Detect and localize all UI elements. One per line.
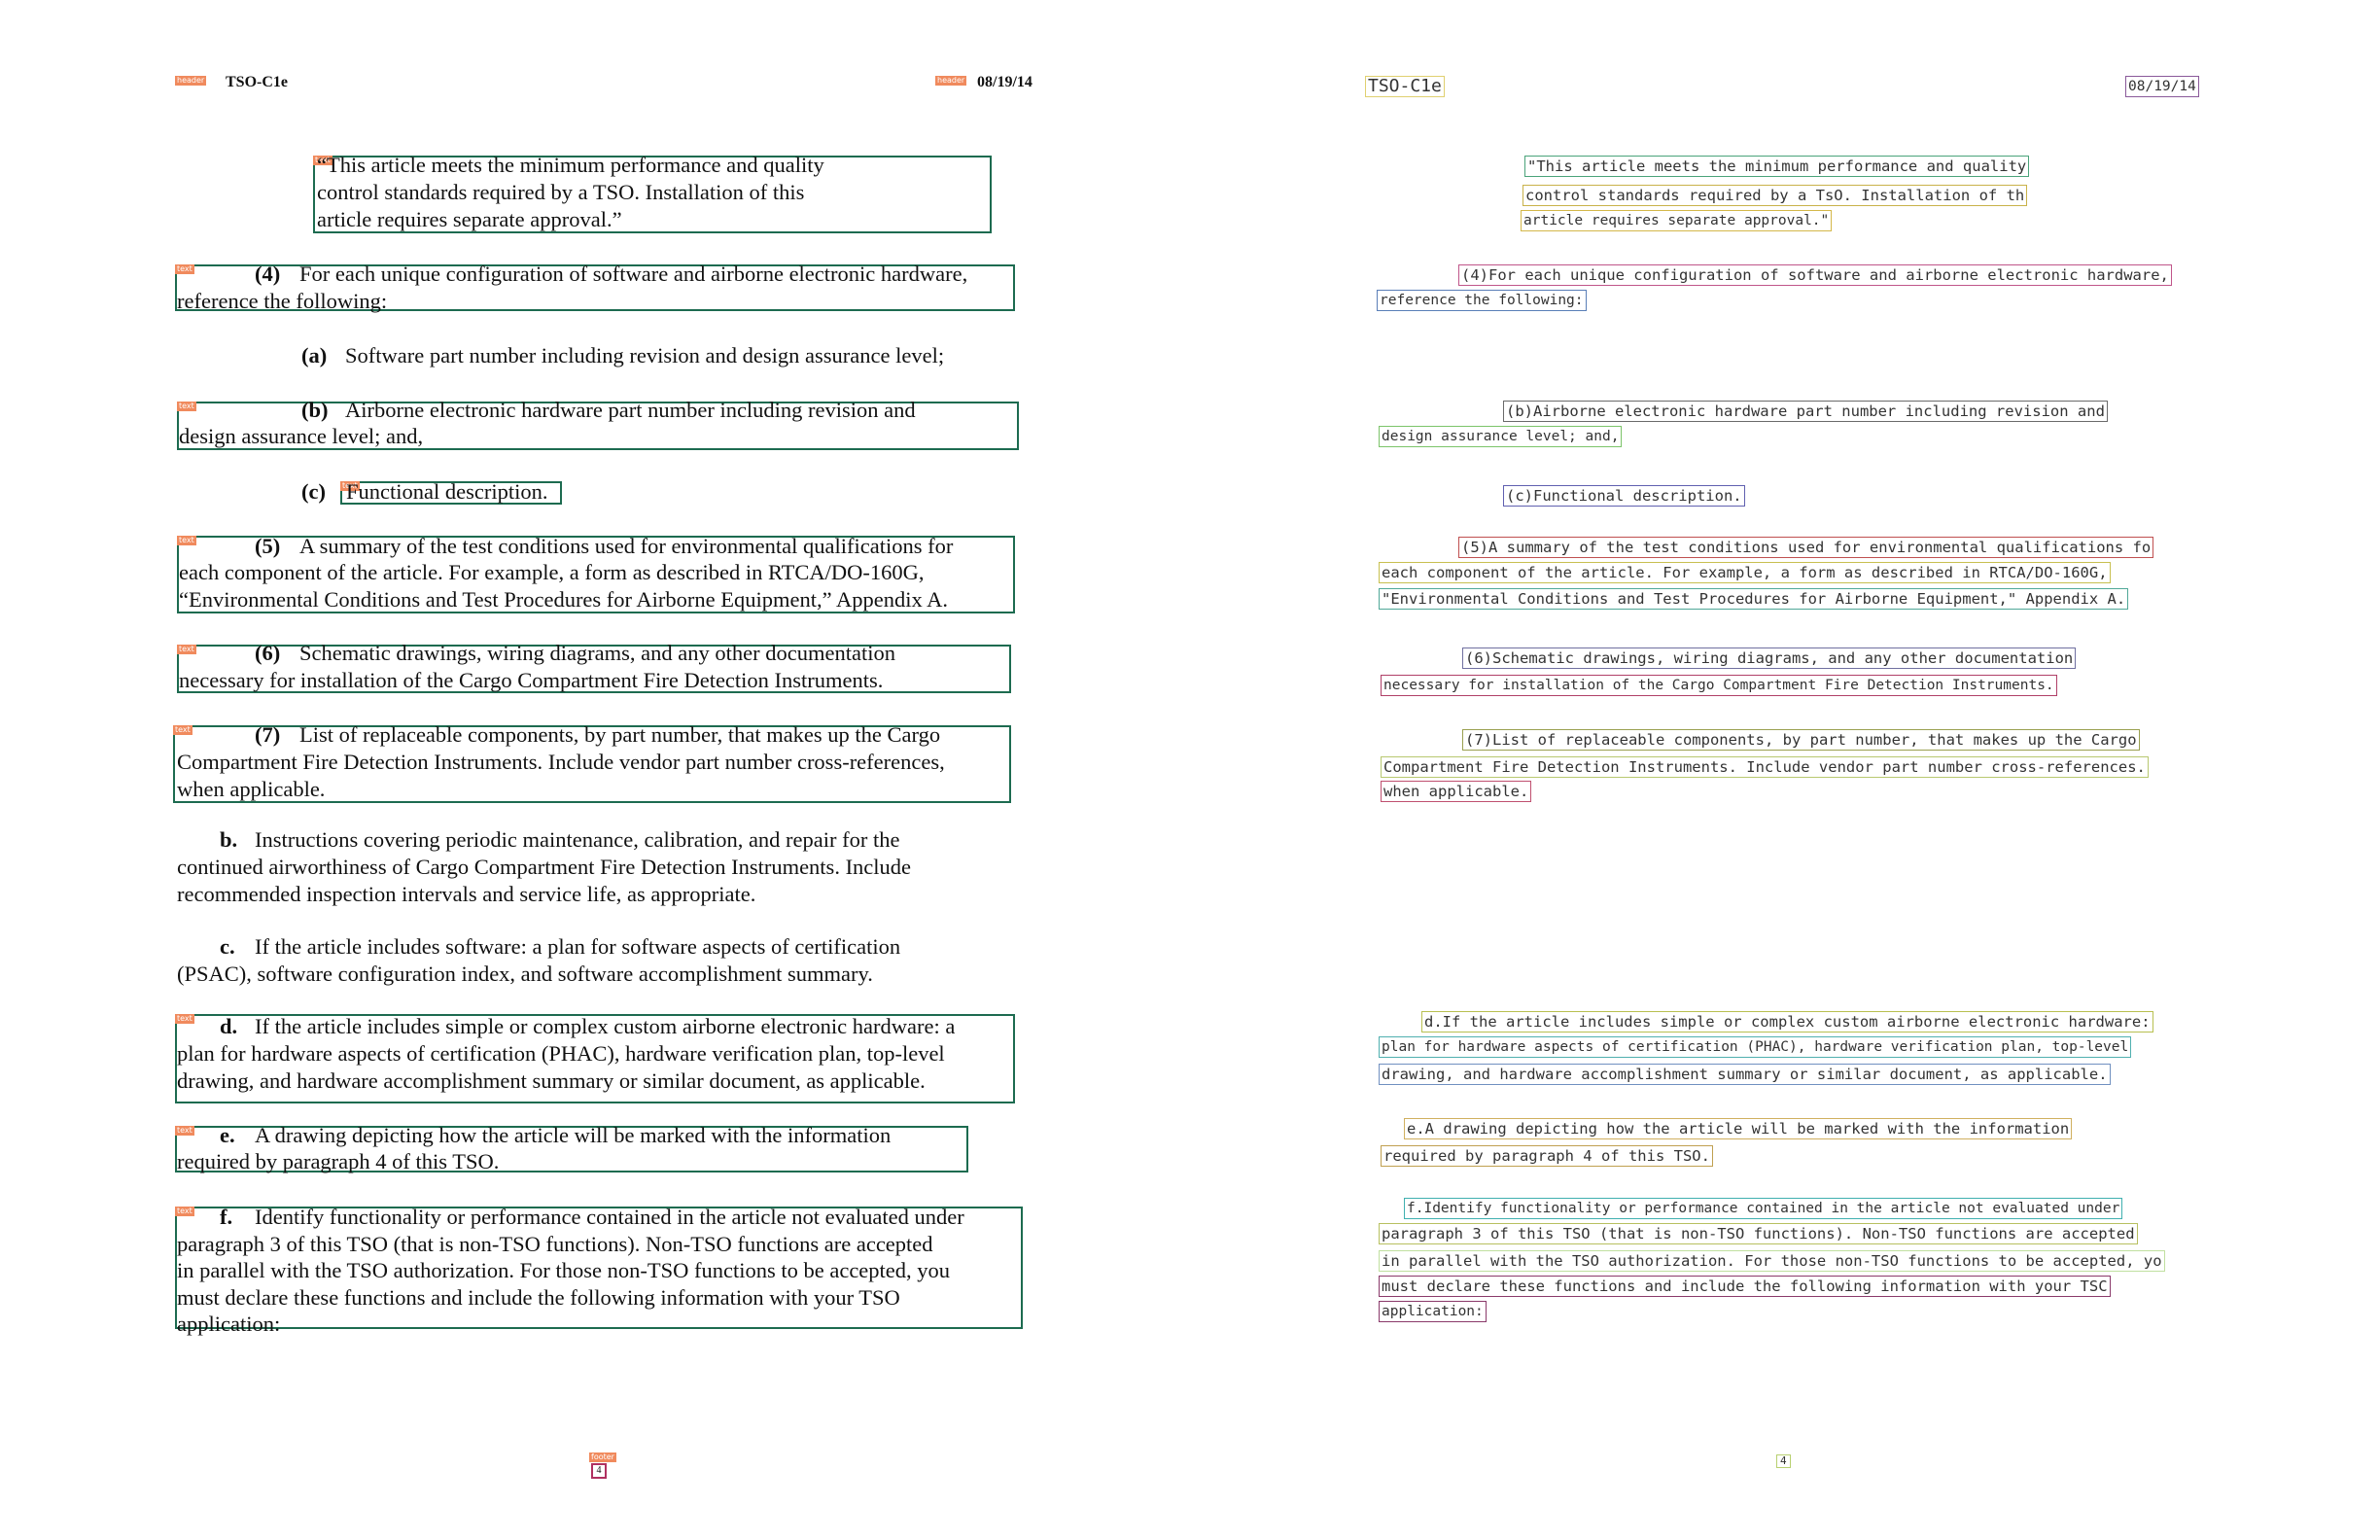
header-doc-id: TSO-C1e bbox=[226, 74, 288, 90]
left-page-annotated: header TSO-C1e header 08/19/14 text “Thi… bbox=[0, 0, 1190, 1540]
para-line: A summary of the test conditions used fo… bbox=[299, 534, 954, 558]
quote-line: control standards required by a TSO. Ins… bbox=[317, 180, 805, 204]
ocr-line: must declare these functions and include… bbox=[1379, 1276, 2111, 1297]
block-tag: text bbox=[175, 1126, 194, 1136]
para-line: For each unique configuration of softwar… bbox=[299, 262, 968, 286]
ocr-line: (4)For each unique configuration of soft… bbox=[1458, 264, 2172, 286]
ocr-line: each component of the article. For examp… bbox=[1379, 562, 2111, 583]
ocr-page-number: 4 bbox=[1776, 1454, 1791, 1468]
para-line: Identify functionality or performance co… bbox=[255, 1205, 964, 1229]
ocr-line: (c)Functional description. bbox=[1503, 485, 1745, 507]
ocr-line: required by paragraph 4 of this TSO. bbox=[1381, 1145, 1713, 1167]
para-line: reference the following: bbox=[177, 289, 388, 313]
ocr-line: necessary for installation of the Cargo … bbox=[1381, 675, 2057, 696]
para-label: (a) bbox=[301, 343, 328, 368]
ocr-line: design assurance level; and, bbox=[1379, 426, 1623, 447]
block-tag: text bbox=[175, 1014, 194, 1024]
ocr-header-doc-id: TSO-C1e bbox=[1365, 76, 1445, 97]
para-label: f. bbox=[220, 1205, 233, 1229]
ocr-header-date: 08/19/14 bbox=[2125, 76, 2199, 97]
para-label: (4) bbox=[255, 262, 281, 286]
ocr-line: "Environmental Conditions and Test Proce… bbox=[1379, 588, 2129, 610]
quote-line: article requires separate approval.” bbox=[317, 207, 622, 231]
block-tag: text bbox=[177, 536, 196, 545]
para-line: each component of the article. For examp… bbox=[179, 560, 925, 584]
para-line: Airborne electronic hardware part number… bbox=[345, 398, 916, 422]
para-line: must declare these functions and include… bbox=[177, 1285, 900, 1310]
ocr-line: paragraph 3 of this TSO (that is non-TSO… bbox=[1379, 1223, 2138, 1244]
para-line: recommended inspection intervals and ser… bbox=[177, 882, 756, 906]
para-label: e. bbox=[220, 1123, 235, 1147]
ocr-line: application: bbox=[1379, 1301, 1487, 1322]
ocr-line: (6)Schematic drawings, wiring diagrams, … bbox=[1462, 648, 2077, 669]
para-line: Schematic drawings, wiring diagrams, and… bbox=[299, 641, 895, 665]
ocr-line: drawing, and hardware accomplishment sum… bbox=[1379, 1064, 2111, 1085]
ocr-line: e.A drawing depicting how the article wi… bbox=[1404, 1118, 2073, 1139]
para-line: in parallel with the TSO authorization. … bbox=[177, 1258, 951, 1282]
ocr-line: (5)A summary of the test conditions used… bbox=[1458, 537, 2154, 558]
para-label: (6) bbox=[255, 641, 281, 665]
ocr-line: Compartment Fire Detection Instruments. … bbox=[1381, 756, 2149, 778]
para-label: (7) bbox=[255, 722, 281, 747]
ocr-line: plan for hardware aspects of certificati… bbox=[1379, 1036, 2132, 1058]
ocr-line: (b)Airborne electronic hardware part num… bbox=[1503, 401, 2108, 422]
para-line: plan for hardware aspects of certificati… bbox=[177, 1041, 945, 1066]
para-line: List of replaceable components, by part … bbox=[299, 722, 941, 747]
para-label: c. bbox=[220, 934, 235, 959]
ocr-line: article requires separate approval." bbox=[1521, 210, 1833, 231]
para-line: “Environmental Conditions and Test Proce… bbox=[179, 587, 948, 612]
para-line: (PSAC), software configuration index, an… bbox=[177, 962, 873, 986]
page-number: 4 bbox=[591, 1463, 607, 1479]
block-tag: text bbox=[177, 402, 196, 411]
ocr-line: "This article meets the minimum performa… bbox=[1524, 156, 2030, 177]
para-label: (b) bbox=[301, 398, 329, 422]
header-tag: header bbox=[935, 76, 967, 86]
para-line: when applicable. bbox=[177, 777, 326, 801]
para-line: drawing, and hardware accomplishment sum… bbox=[177, 1068, 926, 1093]
block-tag: text bbox=[177, 645, 196, 654]
para-line: required by paragraph 4 of this TSO. bbox=[177, 1149, 500, 1173]
ocr-line: f.Identify functionality or performance … bbox=[1404, 1198, 2123, 1219]
para-line: continued airworthiness of Cargo Compart… bbox=[177, 855, 912, 879]
footer-tag: footer bbox=[589, 1452, 616, 1462]
ocr-line: reference the following: bbox=[1377, 290, 1587, 311]
para-line: Compartment Fire Detection Instruments. … bbox=[177, 750, 945, 774]
ocr-line: control standards required by a TsO. Ins… bbox=[1522, 185, 2028, 206]
para-label: (c) bbox=[301, 479, 326, 504]
para-line: design assurance level; and, bbox=[179, 424, 424, 448]
ocr-line: (7)List of replaceable components, by pa… bbox=[1462, 729, 2140, 751]
para-line: Software part number including revision … bbox=[345, 343, 945, 368]
block-tag: text bbox=[175, 1207, 194, 1216]
para-label: b. bbox=[220, 827, 238, 852]
para-label: (5) bbox=[255, 534, 281, 558]
para-line: paragraph 3 of this TSO (that is non-TSO… bbox=[177, 1232, 933, 1256]
header-date: 08/19/14 bbox=[977, 74, 1032, 90]
para-line: A drawing depicting how the article will… bbox=[255, 1123, 892, 1147]
para-line: application: bbox=[177, 1312, 281, 1336]
para-line: necessary for installation of the Cargo … bbox=[179, 668, 884, 692]
header-tag: header bbox=[175, 76, 207, 86]
ocr-line: when applicable. bbox=[1381, 781, 1532, 802]
block-tag: text bbox=[173, 725, 192, 735]
para-label: d. bbox=[220, 1014, 238, 1038]
para-line: Instructions covering periodic maintenan… bbox=[255, 827, 900, 852]
block-tag: text bbox=[175, 264, 194, 274]
para-line: If the article includes software: a plan… bbox=[255, 934, 901, 959]
para-line: If the article includes simple or comple… bbox=[255, 1014, 956, 1038]
ocr-line: in parallel with the TSO authorization. … bbox=[1379, 1250, 2165, 1272]
ocr-line: d.If the article includes simple or comp… bbox=[1421, 1011, 2153, 1032]
para-line: Functional description. bbox=[346, 479, 548, 504]
quote-line: “This article meets the minimum performa… bbox=[317, 153, 824, 177]
right-page-ocr: TSO-C1e 08/19/14 "This article meets the… bbox=[1190, 0, 2380, 1540]
